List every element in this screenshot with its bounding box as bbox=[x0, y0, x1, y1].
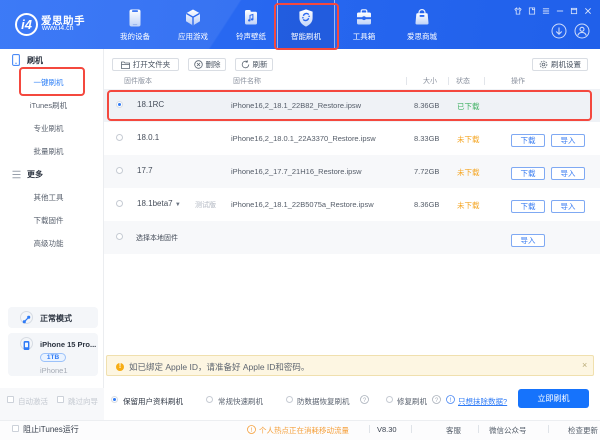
svg-text:!: ! bbox=[450, 398, 452, 404]
svg-text:!: ! bbox=[251, 427, 253, 434]
